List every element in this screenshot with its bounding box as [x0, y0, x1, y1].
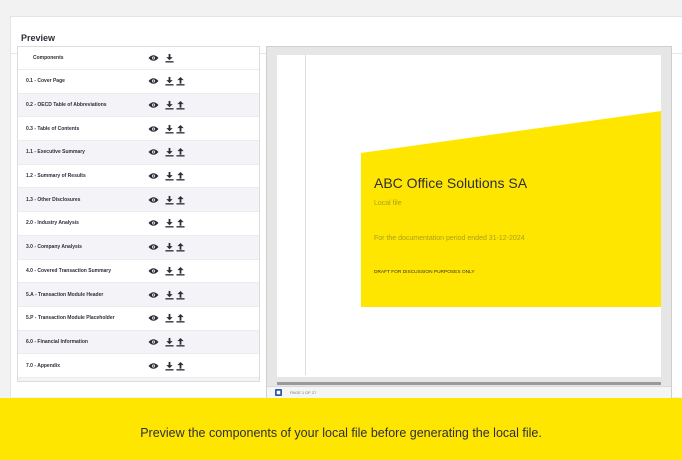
- document-period: For the documentation period ended 31-12…: [374, 235, 525, 242]
- info-banner: Preview the components of your local fil…: [0, 398, 682, 460]
- component-row: 4.0 - Covered Transaction Summary: [18, 260, 259, 284]
- cover-yellow-shape: [361, 111, 661, 307]
- eye-icon[interactable]: [148, 173, 159, 180]
- eye-icon[interactable]: [148, 125, 159, 132]
- eye-icon[interactable]: [148, 244, 159, 251]
- document-subtitle: Local file: [374, 200, 402, 207]
- component-label: 5.P - Transaction Module Placeholder: [26, 315, 115, 322]
- upload-icon[interactable]: [176, 337, 185, 347]
- components-panel: Components 0.1 - Cover Page 0.2 - OECD Ta…: [17, 46, 260, 382]
- eye-icon[interactable]: [148, 315, 159, 322]
- upload-icon[interactable]: [176, 219, 185, 228]
- download-icon[interactable]: [165, 266, 174, 276]
- download-icon[interactable]: [165, 100, 174, 110]
- banner-text: Preview the components of your local fil…: [140, 426, 542, 440]
- word-document-icon: [275, 389, 282, 396]
- component-label: 2.0 - Industry Analysis: [26, 220, 79, 227]
- component-row: 8.0 - Copyright Page: [18, 377, 259, 381]
- download-icon[interactable]: [165, 172, 174, 181]
- eye-icon[interactable]: [148, 362, 159, 369]
- component-row: 3.0 - Company Analysis: [18, 235, 259, 260]
- eye-icon[interactable]: [148, 291, 159, 298]
- document-draft-note: DRAFT FOR DISCUSSION PURPOSES ONLY: [374, 270, 475, 275]
- eye-icon[interactable]: [148, 338, 159, 345]
- component-label: 7.0 - Appendix: [26, 362, 60, 369]
- eye-icon[interactable]: [148, 220, 159, 227]
- component-label: 6.0 - Financial Information: [26, 338, 88, 345]
- eye-icon[interactable]: [148, 196, 159, 203]
- download-icon[interactable]: [165, 243, 174, 252]
- document-title: ABC Office Solutions SA: [374, 175, 528, 191]
- eye-icon[interactable]: [148, 267, 159, 274]
- upload-icon[interactable]: [176, 148, 185, 157]
- component-label: 0.3 - Table of Contents: [26, 125, 80, 132]
- component-label: 0.1 - Cover Page: [26, 78, 65, 85]
- download-icon[interactable]: [165, 314, 174, 323]
- download-icon[interactable]: [165, 53, 174, 63]
- eye-icon[interactable]: [148, 78, 159, 85]
- upload-icon[interactable]: [176, 195, 185, 205]
- component-label: 0.2 - OECD Table of Abbreviations: [26, 102, 107, 109]
- download-icon[interactable]: [165, 219, 174, 228]
- upload-icon[interactable]: [176, 172, 185, 181]
- component-row: 1.2 - Summary of Results: [18, 165, 259, 189]
- document-page: [277, 55, 661, 377]
- component-label: 1.1 - Executive Summary: [26, 149, 85, 156]
- page-title: Preview: [21, 33, 56, 43]
- component-row: 5.A - Transaction Module Header: [18, 283, 259, 307]
- component-row: 5.P - Transaction Module Placeholder: [18, 307, 259, 331]
- component-label: 1.2 - Summary of Results: [26, 173, 86, 180]
- download-icon[interactable]: [165, 195, 174, 205]
- component-row: 0.2 - OECD Table of Abbreviations: [18, 93, 259, 118]
- download-icon[interactable]: [165, 77, 174, 86]
- upload-icon[interactable]: [176, 290, 185, 300]
- component-label: 1.3 - Other Disclosures: [26, 196, 81, 203]
- upload-icon[interactable]: [176, 243, 185, 252]
- eye-icon[interactable]: [148, 55, 159, 62]
- upload-icon[interactable]: [176, 361, 185, 371]
- components-header-row: Components: [18, 47, 259, 70]
- component-label: 3.0 - Company Analysis: [26, 244, 82, 251]
- upload-icon[interactable]: [176, 266, 185, 276]
- upload-icon[interactable]: [176, 124, 185, 134]
- download-icon[interactable]: [165, 124, 174, 134]
- component-row: 0.3 - Table of Contents: [18, 117, 259, 142]
- upload-icon[interactable]: [176, 100, 185, 110]
- download-icon[interactable]: [165, 361, 174, 371]
- download-icon[interactable]: [165, 148, 174, 157]
- component-label: 5.A - Transaction Module Header: [26, 291, 104, 298]
- component-row: 6.0 - Financial Information: [18, 330, 259, 355]
- components-header-label: Components: [33, 55, 64, 61]
- horizontal-scrollbar[interactable]: [277, 382, 661, 385]
- document-preview[interactable]: ABC Office Solutions SA Local file For t…: [266, 46, 672, 400]
- page-margin-line: [305, 55, 306, 375]
- page-indicator: PAGE 1 OF 27: [290, 390, 317, 395]
- upload-icon[interactable]: [176, 314, 185, 323]
- download-icon[interactable]: [165, 337, 174, 347]
- component-row: 7.0 - Appendix: [18, 354, 259, 378]
- download-icon[interactable]: [165, 290, 174, 300]
- component-row: 1.1 - Executive Summary: [18, 141, 259, 165]
- component-row: 2.0 - Industry Analysis: [18, 212, 259, 236]
- upload-icon[interactable]: [176, 77, 185, 86]
- component-row: 0.1 - Cover Page: [18, 70, 259, 94]
- eye-icon[interactable]: [148, 102, 159, 109]
- component-row: 1.3 - Other Disclosures: [18, 188, 259, 213]
- eye-icon[interactable]: [148, 149, 159, 156]
- component-label: 4.0 - Covered Transaction Summary: [26, 267, 112, 274]
